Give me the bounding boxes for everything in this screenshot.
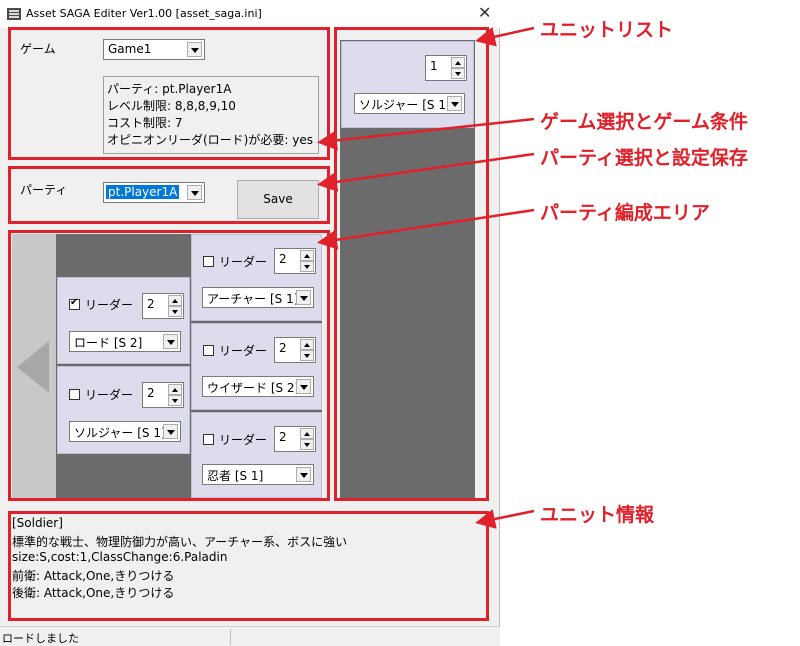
annotation-arrows	[317, 26, 535, 529]
annotation-arrow-party	[317, 152, 535, 192]
annotation-formation: パーティ編成エリア	[540, 202, 710, 224]
annotation-arrow-unit-list	[475, 26, 535, 47]
annotation-game: ゲーム選択とゲーム条件	[540, 111, 748, 133]
annotation-arrow-game	[317, 117, 535, 151]
annotation-arrow-formation	[317, 208, 535, 250]
annotation-arrow-unit-info	[475, 509, 535, 529]
annotation-unit-info: ユニット情報	[540, 504, 655, 526]
annotation-unit-list: ユニットリスト	[540, 19, 674, 41]
annotation-party: パーティ選択と設定保存	[540, 147, 748, 169]
